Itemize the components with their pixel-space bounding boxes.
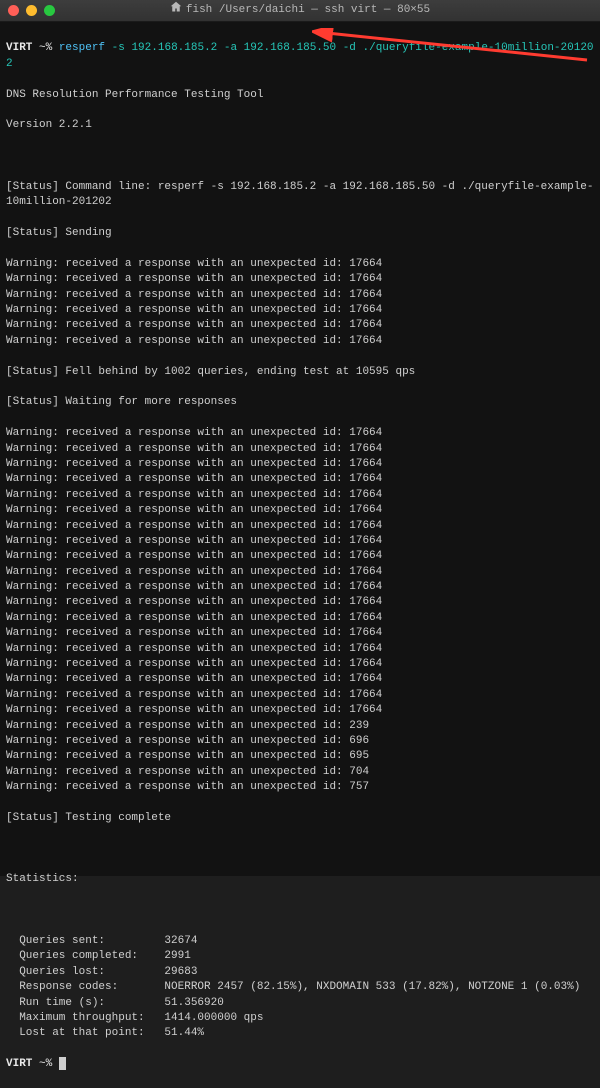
warning-line: Warning: received a response with an une… <box>6 519 594 534</box>
warning-line: Warning: received a response with an une… <box>6 565 594 580</box>
warning-line: Warning: received a response with an une… <box>6 595 594 610</box>
prompt-symbol-2: ~% <box>39 1058 52 1070</box>
prompt-line: VIRT ~% resperf -s 192.168.185.2 -a 192.… <box>6 41 594 72</box>
prompt-host-2: VIRT <box>6 1058 32 1070</box>
warning-line: Warning: received a response with an une… <box>6 503 594 518</box>
warning-line: Warning: received a response with an une… <box>6 488 594 503</box>
blank-line <box>6 903 594 918</box>
stats-block: Queries sent: 32674 Queries completed: 2… <box>6 934 594 1042</box>
warning-line: Warning: received a response with an une… <box>6 765 594 780</box>
blank-line <box>6 842 594 857</box>
warning-line: Warning: received a response with an une… <box>6 611 594 626</box>
final-prompt: VIRT ~% <box>6 1057 594 1072</box>
warning-line: Warning: received a response with an une… <box>6 303 594 318</box>
warning-line: Warning: received a response with an une… <box>6 442 594 457</box>
status-cmdline: [Status] Command line: resperf -s 192.16… <box>6 180 594 211</box>
stats-line: Response codes: NOERROR 2457 (82.15%), N… <box>6 980 594 995</box>
warning-line: Warning: received a response with an une… <box>6 457 594 472</box>
cursor <box>59 1057 66 1070</box>
warning-line: Warning: received a response with an une… <box>6 734 594 749</box>
status-fell-behind: [Status] Fell behind by 1002 queries, en… <box>6 365 594 380</box>
warning-line: Warning: received a response with an une… <box>6 657 594 672</box>
warning-line: Warning: received a response with an une… <box>6 334 594 349</box>
stats-line: Queries sent: 32674 <box>6 934 594 949</box>
stats-line: Maximum throughput: 1414.000000 qps <box>6 1011 594 1026</box>
stats-line: Run time (s): 51.356920 <box>6 996 594 1011</box>
status-waiting: [Status] Waiting for more responses <box>6 395 594 410</box>
tool-version: Version 2.2.1 <box>6 118 594 133</box>
status-sending: [Status] Sending <box>6 226 594 241</box>
window-title-text: fish /Users/daichi — ssh virt — 80×55 <box>186 3 430 18</box>
warning-line: Warning: received a response with an une… <box>6 318 594 333</box>
warning-line: Warning: received a response with an une… <box>6 626 594 641</box>
warning-line: Warning: received a response with an une… <box>6 534 594 549</box>
warning-line: Warning: received a response with an une… <box>6 580 594 595</box>
command-name: resperf <box>59 42 105 54</box>
stats-line: Queries lost: 29683 <box>6 965 594 980</box>
warning-group-2: Warning: received a response with an une… <box>6 426 594 795</box>
warning-line: Warning: received a response with an une… <box>6 549 594 564</box>
warning-line: Warning: received a response with an une… <box>6 272 594 287</box>
warning-line: Warning: received a response with an une… <box>6 472 594 487</box>
warning-line: Warning: received a response with an une… <box>6 703 594 718</box>
prompt-symbol: ~% <box>39 42 52 54</box>
warning-line: Warning: received a response with an une… <box>6 426 594 441</box>
warning-line: Warning: received a response with an une… <box>6 719 594 734</box>
warning-line: Warning: received a response with an une… <box>6 749 594 764</box>
stats-line: Queries completed: 2991 <box>6 949 594 964</box>
window-titlebar: fish /Users/daichi — ssh virt — 80×55 <box>0 0 600 22</box>
tool-title: DNS Resolution Performance Testing Tool <box>6 88 594 103</box>
warning-line: Warning: received a response with an une… <box>6 257 594 272</box>
stats-line: Lost at that point: 51.44% <box>6 1026 594 1041</box>
terminal-output[interactable]: VIRT ~% resperf -s 192.168.185.2 -a 192.… <box>0 22 600 876</box>
warning-line: Warning: received a response with an une… <box>6 688 594 703</box>
warning-group-1: Warning: received a response with an une… <box>6 257 594 349</box>
stats-heading: Statistics: <box>6 872 594 887</box>
warning-line: Warning: received a response with an une… <box>6 672 594 687</box>
warning-line: Warning: received a response with an une… <box>6 780 594 795</box>
home-icon <box>170 1 182 19</box>
window-title: fish /Users/daichi — ssh virt — 80×55 <box>0 1 600 19</box>
warning-line: Warning: received a response with an une… <box>6 288 594 303</box>
prompt-host: VIRT <box>6 42 32 54</box>
status-complete: [Status] Testing complete <box>6 811 594 826</box>
warning-line: Warning: received a response with an une… <box>6 642 594 657</box>
blank-line <box>6 149 594 164</box>
